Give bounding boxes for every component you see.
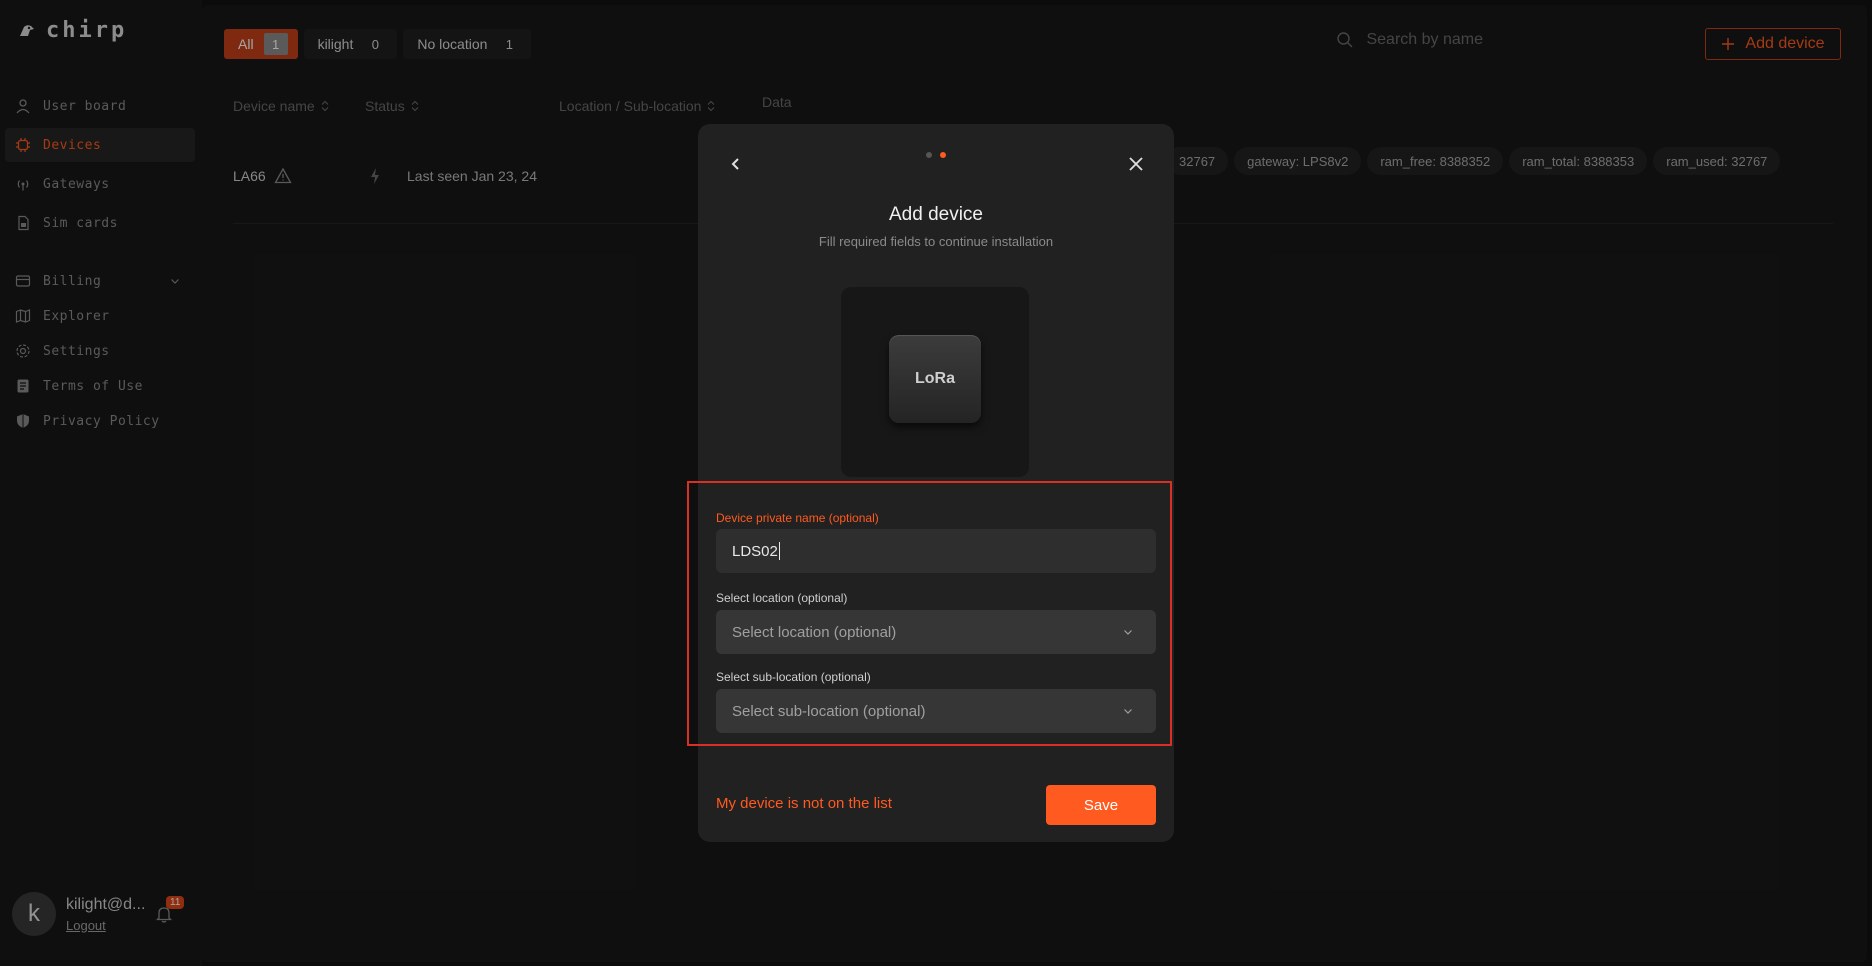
form-highlight-box xyxy=(687,481,1172,746)
step-dot xyxy=(926,152,932,158)
save-button[interactable]: Save xyxy=(1046,785,1156,825)
close-icon[interactable] xyxy=(1124,152,1148,176)
device-image-label: LoRa xyxy=(915,370,955,387)
modal-subtitle: Fill required fields to continue install… xyxy=(818,234,1054,249)
back-arrow-icon[interactable] xyxy=(724,152,748,176)
lora-device-image: LoRa xyxy=(889,335,981,423)
device-not-listed-link[interactable]: My device is not on the list xyxy=(716,795,892,812)
device-image-card: LoRa xyxy=(841,287,1029,477)
step-dot-active xyxy=(940,152,946,158)
modal-title: Add device xyxy=(888,204,983,225)
step-indicator xyxy=(926,152,946,158)
